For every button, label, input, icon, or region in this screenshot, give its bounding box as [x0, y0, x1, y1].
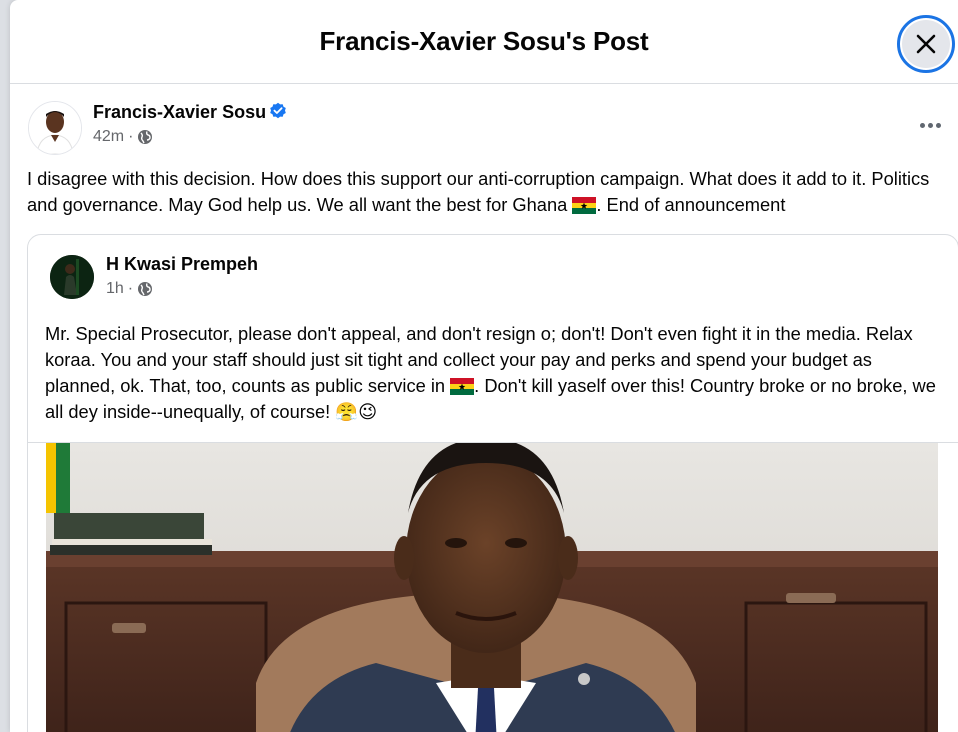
reaction-emojis: 😤😉: [335, 402, 378, 423]
meta-separator: ·: [128, 128, 134, 145]
dialog-title: Francis-Xavier Sosu's Post: [319, 26, 649, 56]
shared-post-timestamp[interactable]: 1h: [106, 280, 124, 298]
post-photo[interactable]: [46, 443, 938, 732]
more-options-icon: [919, 122, 925, 128]
shared-author-avatar[interactable]: [50, 255, 94, 299]
shared-author-name[interactable]: H Kwasi Prempeh: [106, 254, 258, 275]
shared-post-body: Mr. Special Prosecutor, please don't app…: [45, 323, 936, 423]
globe-icon: [138, 130, 153, 144]
dialog-header: Francis-Xavier Sosu's Post: [10, 0, 958, 84]
author-avatar[interactable]: [28, 101, 82, 155]
post-timestamp[interactable]: 42m: [93, 128, 124, 146]
more-options-button[interactable]: [913, 110, 947, 140]
ghana-flag-icon: [450, 378, 475, 395]
globe-icon: [138, 282, 153, 296]
close-icon: [916, 34, 936, 54]
close-button[interactable]: [897, 15, 955, 73]
ghana-flag-icon: [572, 197, 597, 214]
shared-post-card[interactable]: H Kwasi Prempeh 1h · Mr. Special Prosecu…: [27, 234, 958, 732]
post-meta: 42m ·: [93, 128, 153, 146]
post-dialog: Francis-Xavier Sosu's Post Francis-Xavie…: [10, 0, 958, 732]
meta-separator: ·: [127, 280, 134, 297]
verified-badge-icon: [270, 102, 286, 119]
shared-post-meta: 1h ·: [106, 280, 153, 298]
post-body: I disagree with this decision. How does …: [27, 168, 930, 215]
author-name[interactable]: Francis-Xavier Sosu: [93, 102, 266, 123]
